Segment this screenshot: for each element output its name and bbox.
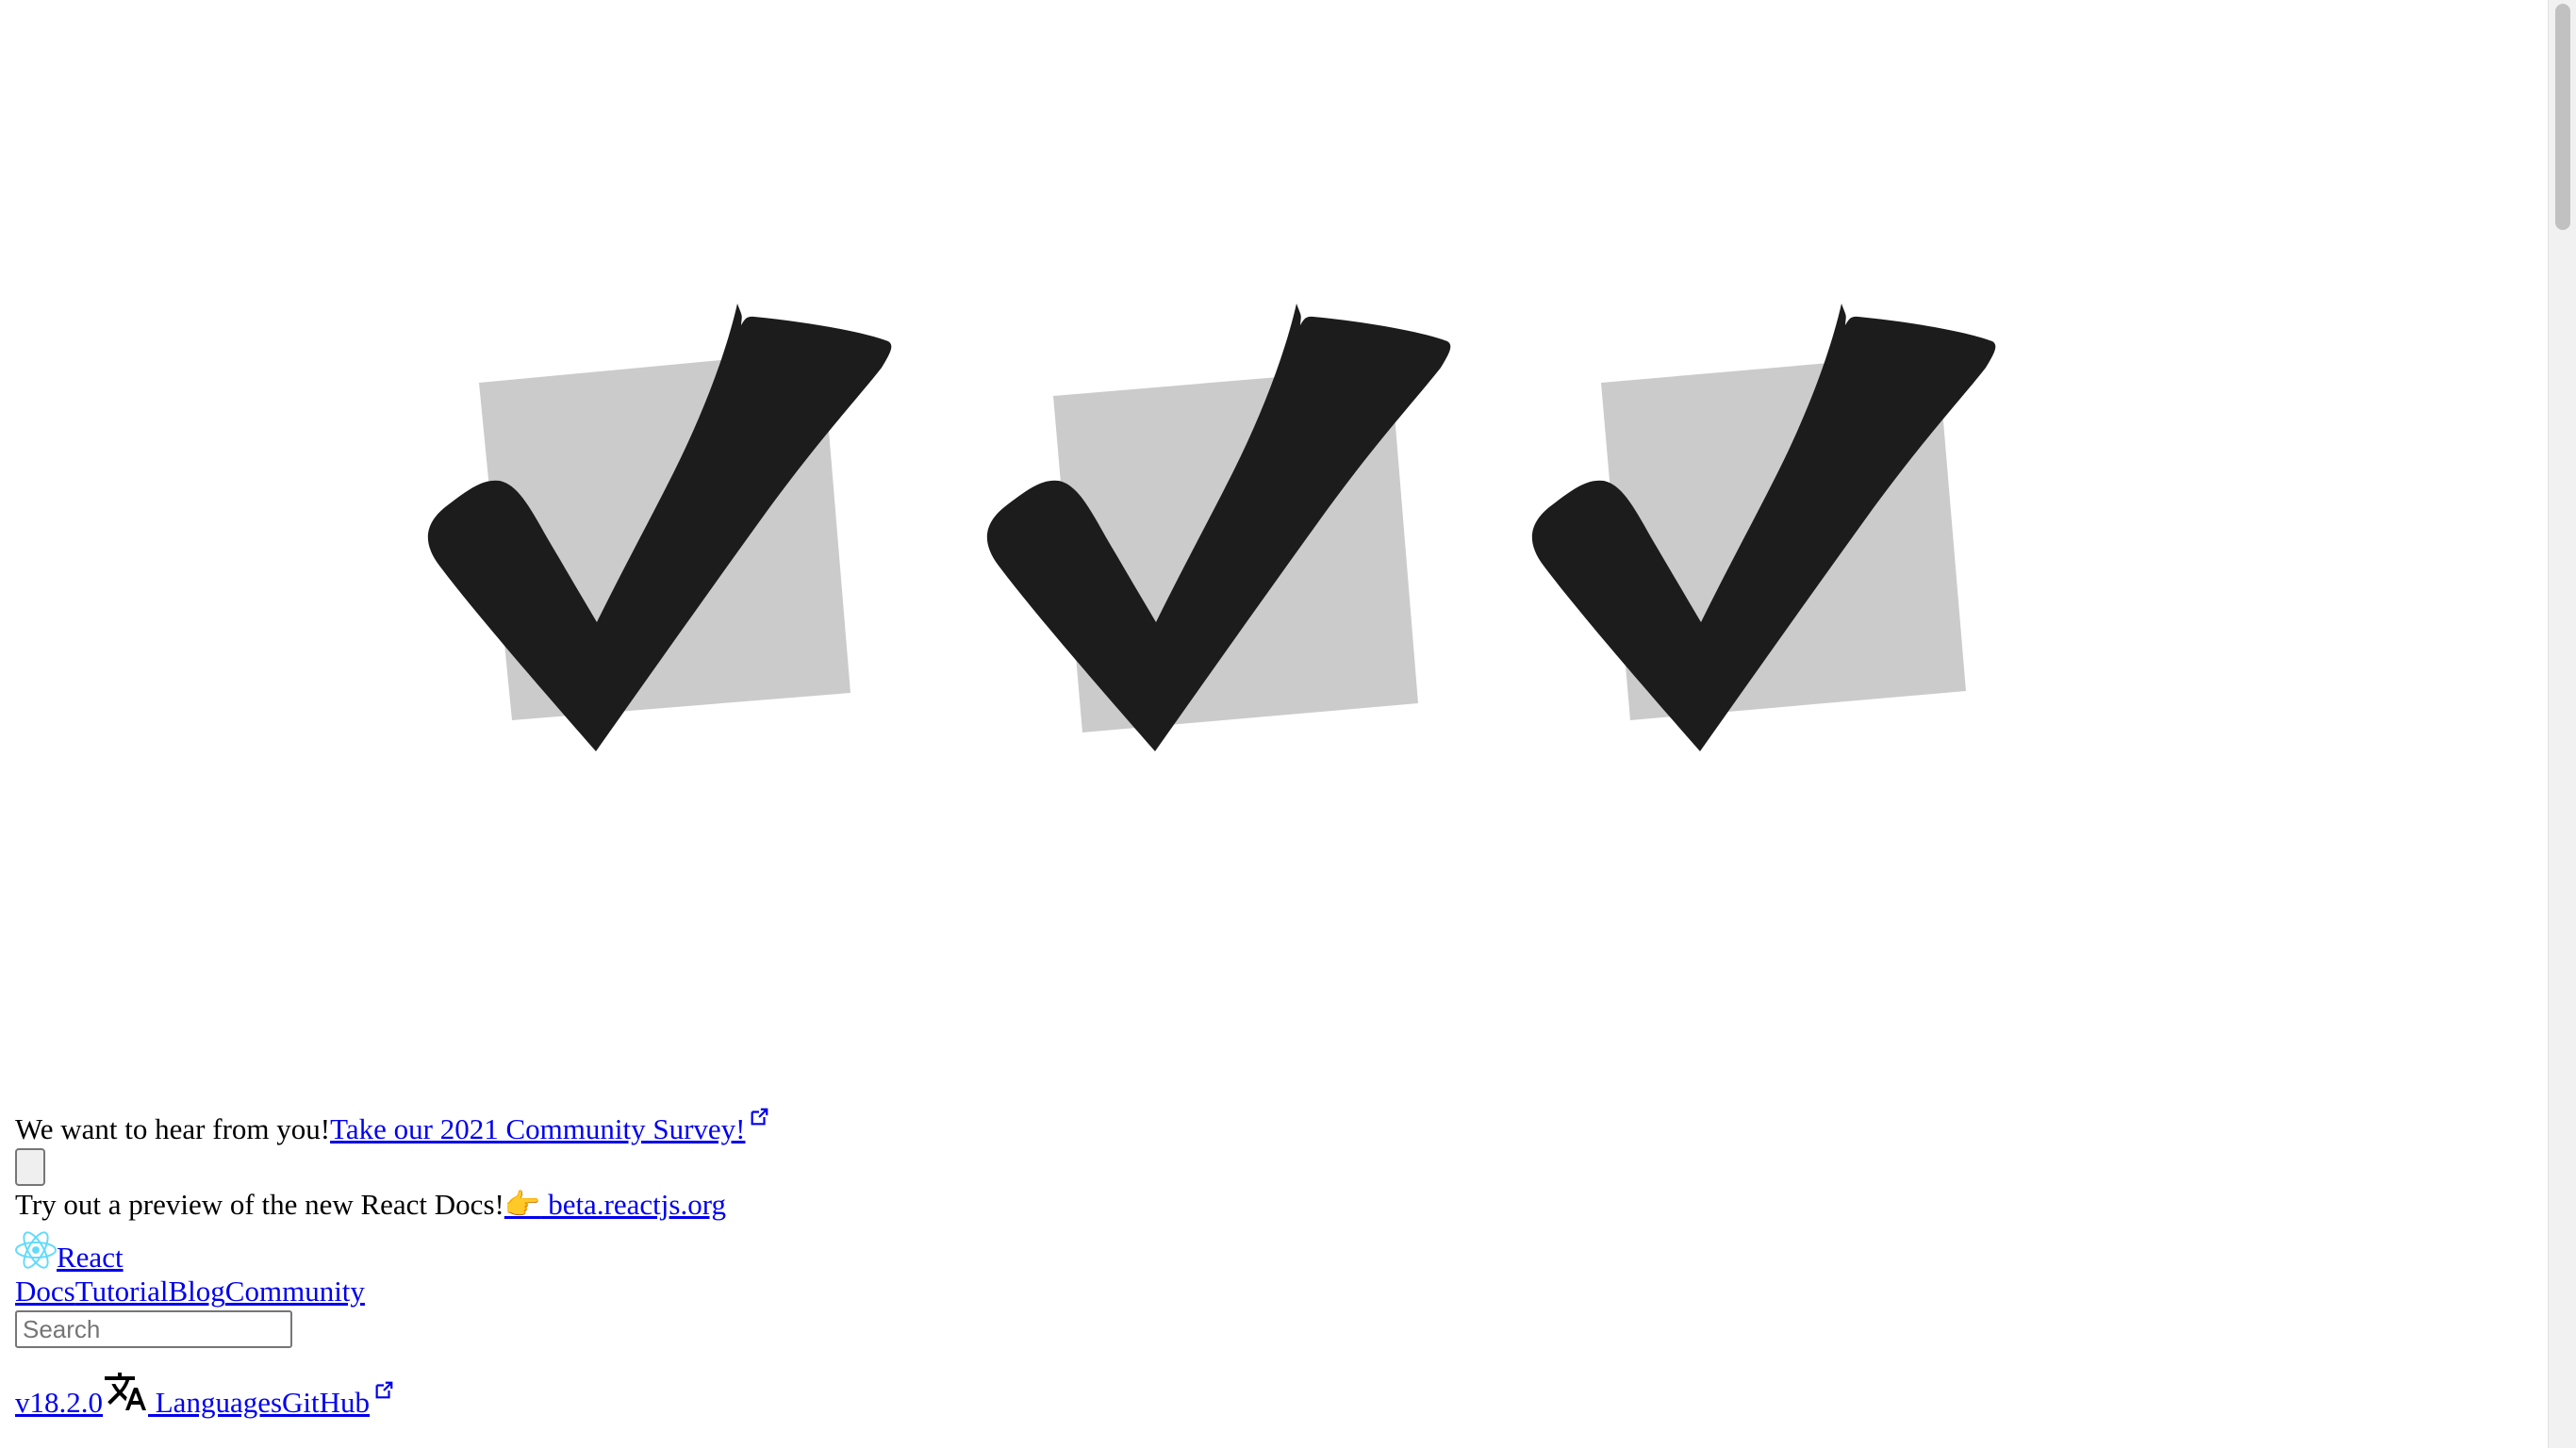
search-input[interactable] <box>15 1310 292 1348</box>
nav-link-docs[interactable]: Docs <box>15 1275 75 1308</box>
survey-link-label: Take our 2021 Community Survey! <box>330 1112 746 1145</box>
page-content: We want to hear from you!Take our 2021 C… <box>15 1107 2467 1420</box>
react-logo-icon <box>15 1231 57 1269</box>
check-mark-icon <box>1531 304 1996 751</box>
nav-link-tutorial[interactable]: Tutorial <box>75 1275 169 1308</box>
check-mark-icon <box>986 304 1451 751</box>
external-link-icon <box>751 1108 768 1126</box>
survey-link[interactable]: Take our 2021 Community Survey! <box>330 1108 769 1145</box>
scrollbar-thumb[interactable] <box>2555 4 2570 230</box>
nav-link-community[interactable]: Community <box>225 1275 365 1308</box>
hero-graphic <box>427 304 1996 751</box>
nav-link-blog[interactable]: Blog <box>169 1275 225 1308</box>
languages-link[interactable]: Languages <box>103 1373 283 1419</box>
survey-message: We want to hear from you! <box>15 1112 331 1145</box>
brand-row: React <box>15 1229 2467 1275</box>
beta-banner: Try out a preview of the new React Docs!… <box>15 1188 2467 1222</box>
external-link-icon <box>375 1381 393 1399</box>
check-mark-icon <box>427 304 892 751</box>
utility-links: v18.2.0 LanguagesGitHub <box>15 1369 2467 1420</box>
vertical-scrollbar[interactable] <box>2548 0 2576 1448</box>
translate-icon <box>105 1373 146 1410</box>
beta-link[interactable]: 👉 beta.reactjs.org <box>504 1188 726 1221</box>
github-link[interactable]: GitHub <box>282 1381 394 1419</box>
languages-label: Languages <box>148 1386 283 1419</box>
hero-illustration <box>0 0 2546 1075</box>
beta-message: Try out a preview of the new React Docs! <box>15 1188 504 1221</box>
beta-link-label: beta.reactjs.org <box>540 1188 726 1221</box>
main-nav: DocsTutorialBlogCommunity <box>15 1275 2467 1308</box>
github-label: GitHub <box>282 1386 371 1419</box>
pointing-hand-icon: 👉 <box>504 1188 541 1221</box>
brand-link[interactable]: React <box>57 1241 124 1274</box>
version-link[interactable]: v18.2.0 <box>15 1386 103 1419</box>
close-banner-button[interactable] <box>15 1148 45 1186</box>
survey-banner: We want to hear from you!Take our 2021 C… <box>15 1107 2467 1146</box>
